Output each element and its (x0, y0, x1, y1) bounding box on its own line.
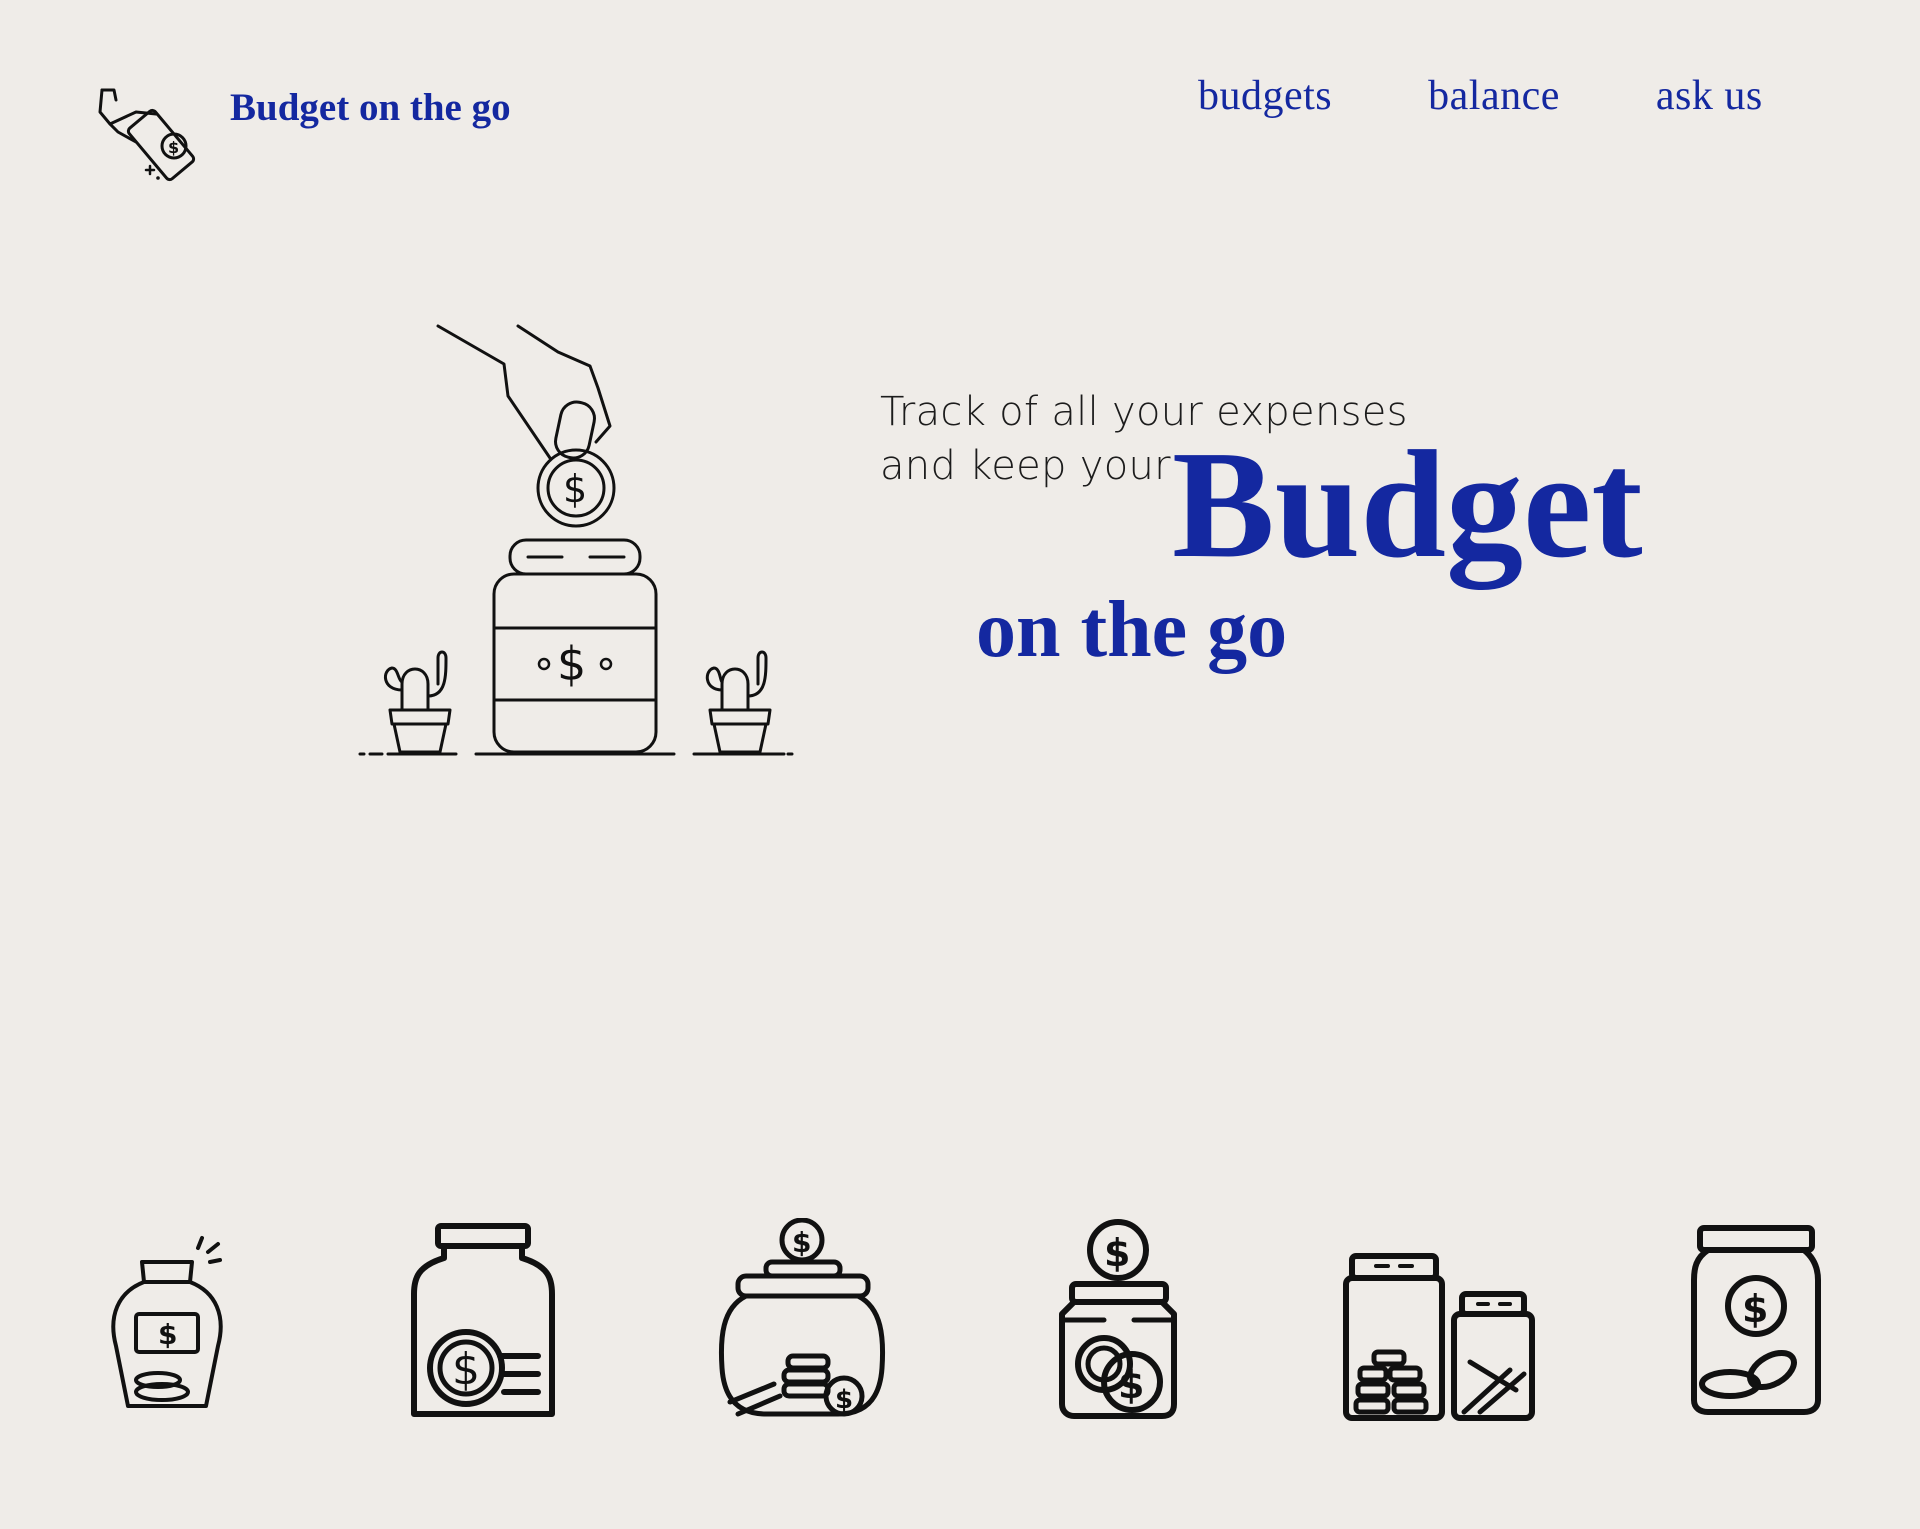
hero-subtitle: on the go (976, 586, 1288, 674)
nav-item-balance[interactable]: balance (1428, 72, 1560, 120)
savings-jar-icon: $ (1691, 1225, 1821, 1415)
cookie-jar-coins-icon: $ $ (718, 1218, 886, 1417)
main-nav: budgets balance ask us (1198, 72, 1763, 120)
hero-title: Budget (1172, 420, 1643, 590)
svg-text:$: $ (557, 637, 586, 691)
svg-text:$: $ (452, 1344, 480, 1395)
coin-jar-illustration: $ $ (358, 324, 794, 756)
hand-money-icon: $ (98, 88, 196, 182)
brand-name: Budget on the go (230, 86, 511, 129)
svg-text:$: $ (835, 1385, 853, 1415)
svg-text:$: $ (168, 138, 179, 157)
nav-item-budgets[interactable]: budgets (1198, 72, 1332, 120)
logo-link[interactable]: $ Budget on the go (96, 84, 511, 188)
svg-text:$: $ (1742, 1287, 1768, 1331)
svg-text:$: $ (1104, 1231, 1130, 1275)
money-jar-icon: $ (411, 1223, 555, 1417)
svg-text:$: $ (792, 1226, 811, 1259)
svg-text:$: $ (563, 467, 587, 511)
coin-bottle-icon: $ (111, 1236, 223, 1408)
two-jars-coins-icon (1343, 1253, 1535, 1421)
coin-jar-icon: $ $ (1059, 1219, 1177, 1419)
svg-text:$: $ (1118, 1363, 1144, 1407)
nav-item-ask-us[interactable]: ask us (1656, 72, 1763, 120)
svg-text:$: $ (158, 1318, 177, 1351)
jar-icons-row: $ $ $ $ $ $ $ (0, 1210, 1920, 1430)
